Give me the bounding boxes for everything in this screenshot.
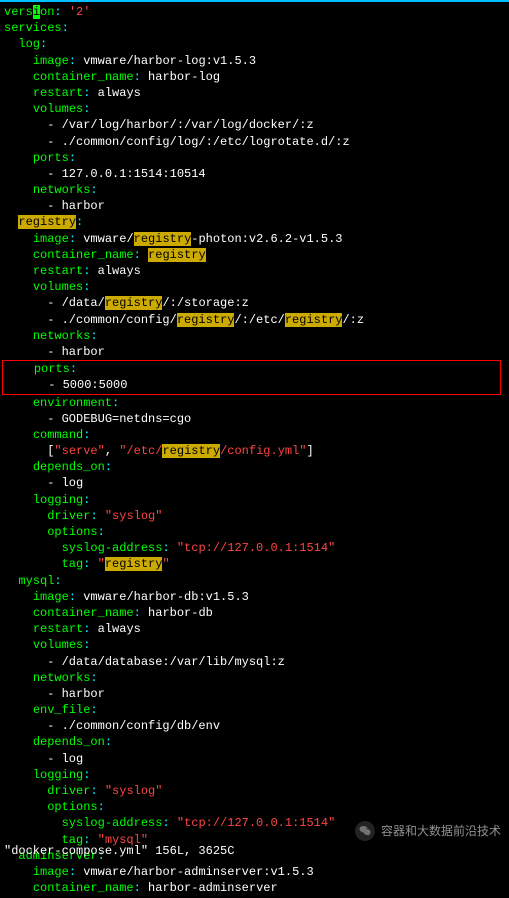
code-line: command: (4, 427, 505, 443)
wechat-icon (355, 821, 375, 841)
highlighted-ports-section: ports: - 5000:5000 (2, 360, 501, 394)
code-line: container_name: harbor-log (4, 69, 505, 85)
code-line: logging: (4, 492, 505, 508)
code-line: driver: "syslog" (4, 508, 505, 524)
code-line: - ./common/config/db/env (4, 718, 505, 734)
code-line: - GODEBUG=netdns=cgo (4, 411, 505, 427)
code-line: - harbor (4, 198, 505, 214)
vim-status-bar: "docker-compose.yml" 156L, 3625C (4, 843, 234, 859)
code-line: image: vmware/registry-photon:v2.6.2-v1.… (4, 231, 505, 247)
watermark: 容器和大数据前沿技术 (355, 821, 501, 841)
code-line: env_file: (4, 702, 505, 718)
code-line: options: (4, 524, 505, 540)
code-line: options: (4, 799, 505, 815)
code-line: volumes: (4, 101, 505, 117)
code-line: depends_on: (4, 734, 505, 750)
code-line: - harbor (4, 686, 505, 702)
terminal-viewport[interactable]: version: '2' services: log: image: vmwar… (0, 0, 509, 898)
code-line: - /data/registry/:/storage:z (4, 295, 505, 311)
code-line: - log (4, 751, 505, 767)
code-line: networks: (4, 328, 505, 344)
code-line: tag: "registry" (4, 556, 505, 572)
code-line: syslog-address: "tcp://127.0.0.1:1514" (4, 540, 505, 556)
code-line: driver: "syslog" (4, 783, 505, 799)
code-line: image: vmware/harbor-db:v1.5.3 (4, 589, 505, 605)
code-line: environment: (4, 395, 505, 411)
code-line: container_name: registry (4, 247, 505, 263)
code-line: - ./common/config/registry/:/etc/registr… (4, 312, 505, 328)
code-line: ports: (5, 361, 500, 377)
code-line: image: vmware/harbor-log:v1.5.3 (4, 53, 505, 69)
code-line: container_name: harbor-adminserver (4, 880, 505, 896)
code-line: - 127.0.0.1:1514:10514 (4, 166, 505, 182)
code-line: volumes: (4, 637, 505, 653)
code-line: depends_on: (4, 459, 505, 475)
code-line: - /var/log/harbor/:/var/log/docker/:z (4, 117, 505, 133)
code-line: services: (4, 20, 505, 36)
code-line: - log (4, 475, 505, 491)
code-line: logging: (4, 767, 505, 783)
code-line: restart: always (4, 85, 505, 101)
code-line: mysql: (4, 573, 505, 589)
code-line: image: vmware/harbor-adminserver:v1.5.3 (4, 864, 505, 880)
code-line: - harbor (4, 344, 505, 360)
code-line: - 5000:5000 (5, 377, 500, 393)
code-line: restart: always (4, 621, 505, 637)
code-line: - ./common/config/log/:/etc/logrotate.d/… (4, 134, 505, 150)
code-line: log: (4, 36, 505, 52)
code-line: volumes: (4, 279, 505, 295)
watermark-text: 容器和大数据前沿技术 (381, 823, 501, 839)
code-line: ports: (4, 150, 505, 166)
code-line: networks: (4, 182, 505, 198)
code-line: networks: (4, 670, 505, 686)
code-line: container_name: harbor-db (4, 605, 505, 621)
code-line: registry: (4, 214, 505, 230)
code-line: ["serve", "/etc/registry/config.yml"] (4, 443, 505, 459)
code-line: - /data/database:/var/lib/mysql:z (4, 654, 505, 670)
code-line: version: '2' (4, 4, 505, 20)
code-line: restart: always (4, 263, 505, 279)
